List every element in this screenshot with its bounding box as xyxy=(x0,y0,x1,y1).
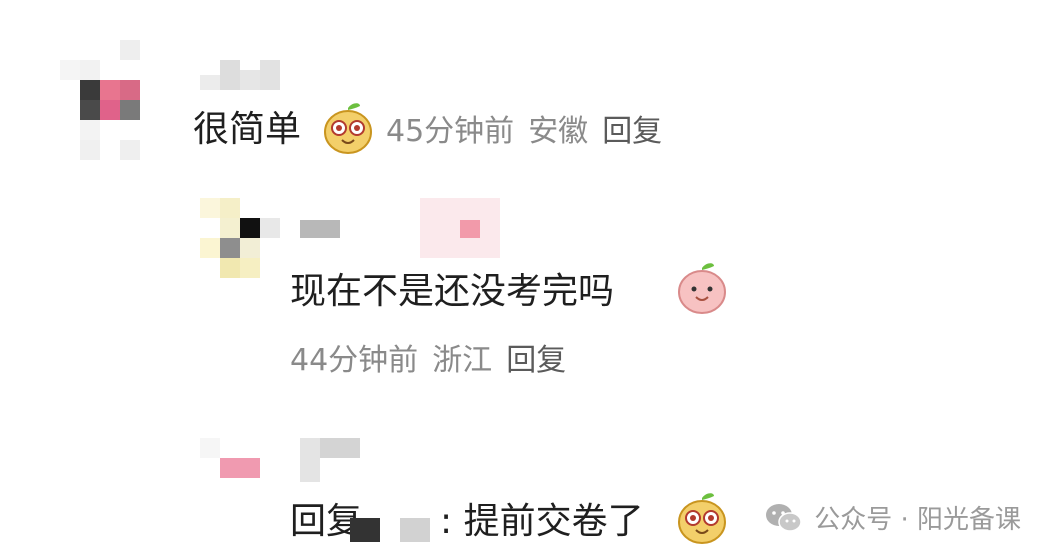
reply-button[interactable]: 回复 xyxy=(506,343,566,378)
username[interactable] xyxy=(300,198,500,258)
username[interactable] xyxy=(300,438,360,482)
wechat-icon xyxy=(766,503,802,532)
smiling-face-emoji xyxy=(324,103,372,154)
comment-text: 很简单 xyxy=(193,109,302,150)
avatar[interactable] xyxy=(200,198,280,280)
reply-colon: : xyxy=(440,501,453,542)
comment-time: 45分钟前 xyxy=(386,114,515,149)
comment-location: 安徽 xyxy=(528,114,589,149)
avatar[interactable] xyxy=(200,438,260,482)
comment-location: 浙江 xyxy=(432,343,493,378)
smiling-face-emoji xyxy=(678,493,726,544)
mentioned-username[interactable] xyxy=(350,506,440,542)
reply-button[interactable]: 回复 xyxy=(602,114,662,149)
avatar[interactable] xyxy=(60,40,160,160)
comment-text: 提前交卷了 xyxy=(463,501,644,542)
peach-face-emoji xyxy=(678,263,726,314)
watermark: 公众号 · 阳光备课 xyxy=(764,499,1021,536)
watermark-text: 公众号 · 阳光备课 xyxy=(814,505,1021,535)
username[interactable] xyxy=(200,60,280,90)
comment-text: 现在不是还没考完吗 xyxy=(290,271,615,312)
comment-time: 44分钟前 xyxy=(290,343,419,378)
